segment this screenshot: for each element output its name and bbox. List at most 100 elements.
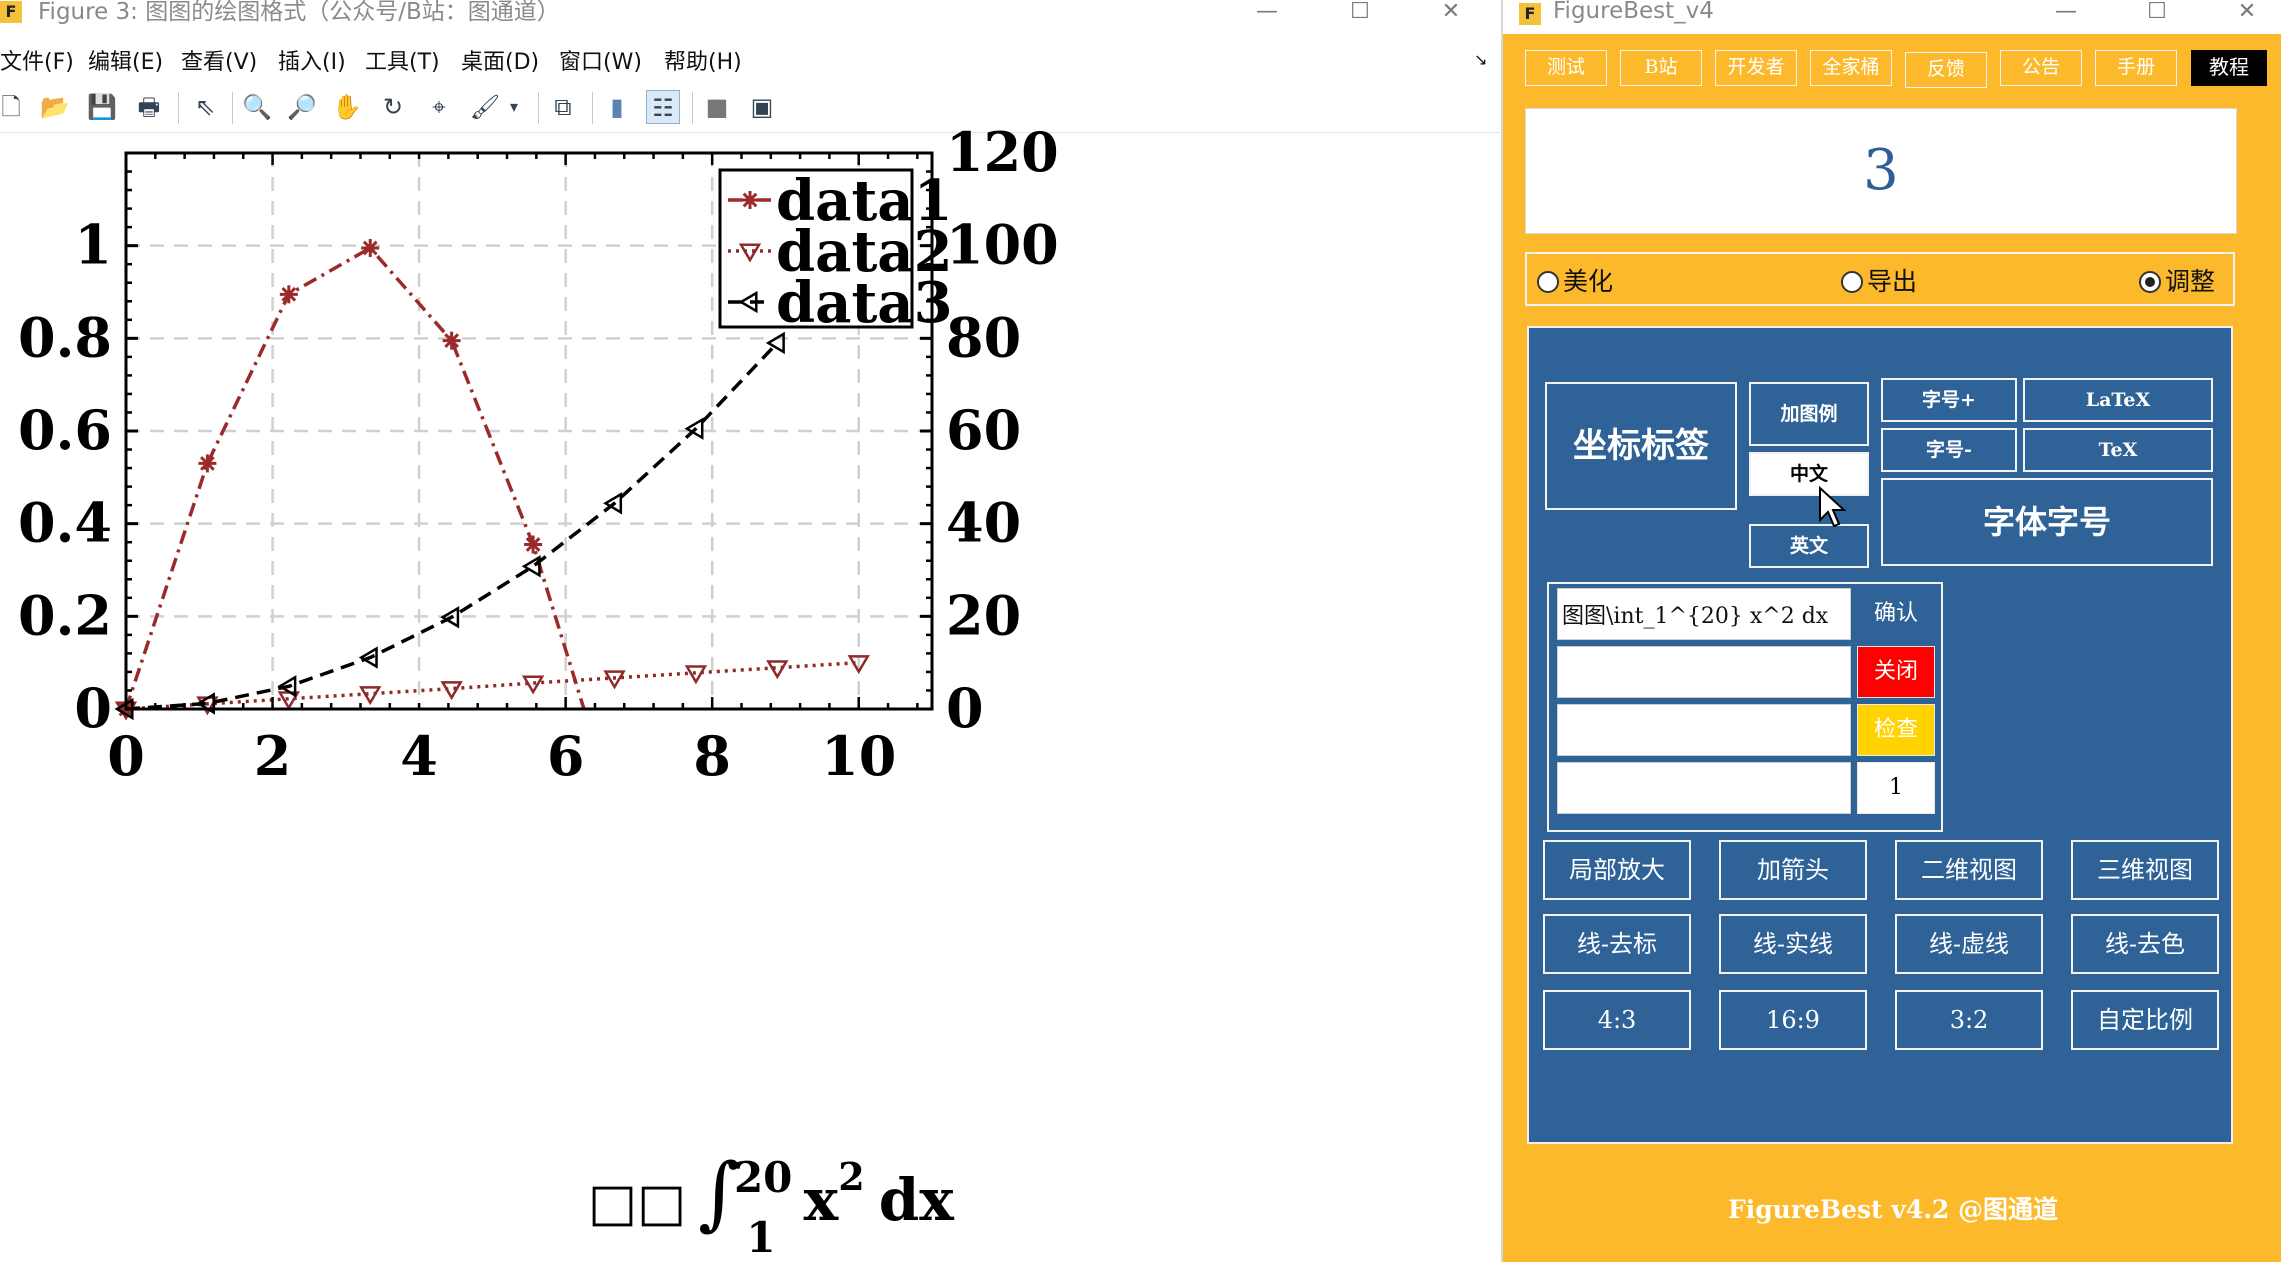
tutorial-button[interactable]: 教程 — [2191, 50, 2267, 86]
series-data3-point — [521, 555, 541, 578]
x-tick-label: 6 — [547, 724, 585, 788]
radio-adjust-label: 调整 — [2165, 267, 2216, 296]
feedback-button[interactable]: 反馈 — [1905, 52, 1987, 88]
label-input-4[interactable] — [1557, 762, 1851, 814]
radio-beautify-circle — [1537, 271, 1559, 293]
figurebest-footer: FigureBest v4.2 @图通道 — [1727, 1195, 2059, 1224]
family-bucket-button[interactable]: 全家桶 — [1810, 50, 1892, 86]
y-right-tick-label: 120 — [946, 120, 1059, 184]
ratio-4-3-button[interactable]: 4:3 — [1543, 990, 1691, 1050]
radio-adjust-circle — [2139, 271, 2161, 293]
x-tick-label: 2 — [254, 724, 292, 788]
series-data3-line — [125, 341, 779, 711]
x-label-placeholder-boxes: □□ — [588, 1173, 686, 1233]
y-left-tick-label: 1 — [74, 213, 112, 277]
radio-export-circle — [1841, 271, 1863, 293]
y-right-tick-label: 80 — [946, 305, 1021, 369]
series-data1-point — [279, 285, 298, 304]
counter-field[interactable]: 1 — [1857, 762, 1935, 814]
x-label-upper-limit: 20 — [734, 1153, 792, 1202]
confirm-button[interactable]: 确认 — [1857, 588, 1935, 640]
series-data2-point — [440, 681, 463, 701]
x-tick-label: 10 — [821, 724, 896, 788]
axis-label-button[interactable]: 坐标标签 — [1545, 382, 1737, 510]
series-data1-point — [442, 331, 461, 350]
label-input-group: 确认 关闭 检查 1 — [1547, 582, 1943, 832]
view-3d-button[interactable]: 三维视图 — [2071, 840, 2219, 900]
ratio-3-2-button[interactable]: 3:2 — [1895, 990, 2043, 1050]
y-right-tick-label: 100 — [946, 213, 1059, 277]
y-left-tick-label: 0.2 — [18, 583, 112, 647]
developer-button[interactable]: 开发者 — [1715, 50, 1797, 86]
legend-marker-data1 — [741, 191, 759, 209]
radio-export-label: 导出 — [1867, 267, 1918, 296]
legend[interactable]: data1data2data3 — [718, 168, 953, 336]
fb-maximize-icon[interactable]: ☐ — [2122, 0, 2192, 28]
line-remove-marker-button[interactable]: 线-去标 — [1543, 914, 1691, 974]
test-button[interactable]: 测试 — [1525, 50, 1607, 86]
series-data1-point — [524, 535, 543, 554]
mode-radio-group: 美化 导出 调整 — [1525, 252, 2235, 306]
x-axis-label: □□ ∫20 1x2 dx — [588, 1146, 954, 1262]
figurebest-top-buttons: 测试 B站 开发者 全家桶 反馈 公告 手册 教程 — [1503, 50, 2281, 92]
y-left-tick-label: 0.4 — [18, 491, 112, 555]
announcement-button[interactable]: 公告 — [2000, 50, 2082, 86]
english-button[interactable]: 英文 — [1749, 524, 1869, 568]
font-size-down-button[interactable]: 字号- — [1881, 428, 2017, 472]
legend-label-data3: data3 — [776, 270, 953, 336]
series-data1-point — [361, 238, 380, 257]
label-input-1[interactable] — [1557, 588, 1851, 640]
ratio-16-9-button[interactable]: 16:9 — [1719, 990, 1867, 1050]
figurebest-window: F FigureBest_v4 — ☐ ✕ 测试 B站 开发者 全家桶 反馈 公… — [1501, 0, 2281, 1262]
x-tick-label: 8 — [693, 724, 731, 788]
radio-adjust[interactable]: 调整 — [2139, 262, 2215, 298]
x-tick-label: 0 — [107, 724, 145, 788]
series-data1-line — [124, 245, 586, 710]
plot-canvas[interactable]: 0 2 4 6 8 1000.20.40.60.81020406080100120 dat… — [0, 0, 1500, 1262]
figure-window: F Figure 3: 图图的绘图格式（公众号/B站：图通道） — ☐ ✕ 文件… — [0, 0, 1500, 1262]
figurebest-logo-icon: F — [1519, 3, 1541, 25]
radio-beautify-label: 美化 — [1563, 267, 1614, 296]
chinese-button[interactable]: 中文 — [1749, 452, 1869, 496]
x-label-variable: x — [804, 1166, 839, 1234]
add-arrow-button[interactable]: 加箭头 — [1719, 840, 1867, 900]
figurebest-titlebar[interactable]: F FigureBest_v4 — ☐ ✕ — [1503, 0, 2281, 34]
x-label-differential: dx — [879, 1166, 955, 1234]
manual-button[interactable]: 手册 — [2095, 50, 2177, 86]
y-right-tick-label: 20 — [946, 583, 1021, 647]
series-data1-point — [198, 454, 217, 473]
radio-export[interactable]: 导出 — [1841, 262, 1917, 298]
add-legend-button[interactable]: 加图例 — [1749, 382, 1869, 446]
tex-button[interactable]: TeX — [2023, 428, 2213, 472]
view-2d-button[interactable]: 二维视图 — [1895, 840, 2043, 900]
y-left-tick-label: 0.8 — [18, 305, 112, 369]
line-solid-button[interactable]: 线-实线 — [1719, 914, 1867, 974]
x-tick-label: 4 — [400, 724, 438, 788]
fb-close-icon[interactable]: ✕ — [2212, 0, 2281, 28]
close-button[interactable]: 关闭 — [1857, 646, 1935, 698]
figurebest-title: FigureBest_v4 — [1553, 0, 1714, 24]
value-display: 3 — [1525, 108, 2237, 234]
label-input-2[interactable] — [1557, 646, 1851, 698]
bilibili-button[interactable]: B站 — [1620, 50, 1702, 86]
y-right-tick-label: 60 — [946, 398, 1021, 462]
font-size-up-button[interactable]: 字号+ — [1881, 378, 2017, 422]
radio-beautify[interactable]: 美化 — [1537, 262, 1613, 298]
latex-button[interactable]: LaTeX — [2023, 378, 2213, 422]
fb-minimize-icon[interactable]: — — [2031, 0, 2101, 28]
y-left-tick-label: 0.6 — [18, 398, 112, 462]
y-right-tick-label: 40 — [946, 491, 1021, 555]
x-label-exponent: 2 — [838, 1154, 864, 1199]
line-dashed-button[interactable]: 线-虚线 — [1895, 914, 2043, 974]
mouse-cursor-icon — [1819, 486, 1847, 528]
check-button[interactable]: 检查 — [1857, 704, 1935, 756]
custom-ratio-button[interactable]: 自定比例 — [2071, 990, 2219, 1050]
x-label-lower-limit: 1 — [746, 1213, 775, 1262]
y-right-tick-label: 0 — [946, 676, 984, 740]
adjust-panel: 坐标标签 加图例 中文 英文 字号+ 字号- LaTeX TeX 字体字号 确认… — [1527, 326, 2233, 1144]
label-input-3[interactable] — [1557, 704, 1851, 756]
zoom-region-button[interactable]: 局部放大 — [1543, 840, 1691, 900]
font-and-size-button[interactable]: 字体字号 — [1881, 478, 2213, 566]
line-remove-color-button[interactable]: 线-去色 — [2071, 914, 2219, 974]
y-left-tick-label: 0 — [74, 676, 112, 740]
